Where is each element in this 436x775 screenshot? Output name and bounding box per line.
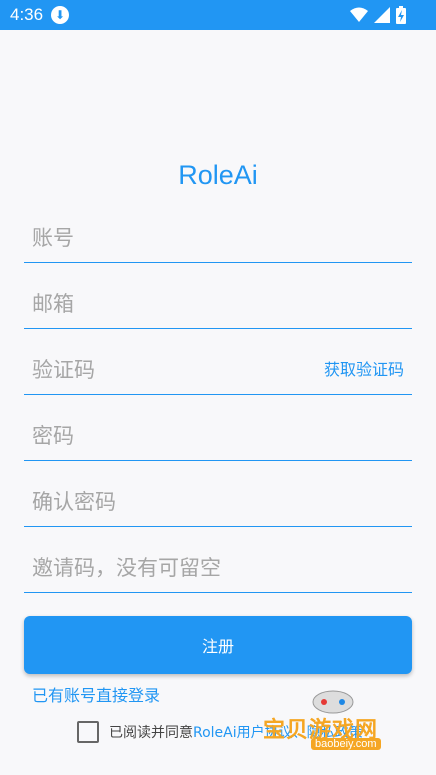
code-input[interactable] bbox=[30, 354, 304, 386]
signal-icon bbox=[374, 7, 390, 23]
battery-icon bbox=[396, 6, 406, 24]
account-field bbox=[24, 200, 412, 263]
confirm-password-input[interactable] bbox=[30, 486, 394, 518]
status-icons bbox=[350, 6, 406, 24]
wifi-icon bbox=[350, 7, 368, 22]
app-title: RoleAi bbox=[178, 160, 258, 190]
agreement-prefix: 已阅读并同意 bbox=[109, 725, 193, 741]
code-field: 获取验证码 bbox=[24, 332, 412, 395]
email-field bbox=[24, 266, 412, 329]
password-field bbox=[24, 398, 412, 461]
login-link[interactable]: 已有账号直接登录 bbox=[32, 682, 160, 706]
register-button[interactable]: 注册 bbox=[24, 616, 412, 674]
status-time: 4:36 bbox=[10, 5, 44, 24]
password-input[interactable] bbox=[30, 420, 394, 452]
watermark-site: baobeiy.com bbox=[311, 738, 381, 750]
download-icon: ⬇ bbox=[51, 6, 69, 24]
email-input[interactable] bbox=[30, 288, 394, 320]
get-code-button[interactable]: 获取验证码 bbox=[324, 356, 404, 380]
status-bar: 4:36 ⬇ bbox=[0, 0, 436, 30]
invite-code-input[interactable] bbox=[30, 552, 394, 584]
watermark-logo: 宝贝游戏网 baobeiy.com bbox=[263, 684, 403, 754]
invite-code-field bbox=[24, 530, 412, 593]
agree-checkbox[interactable] bbox=[77, 721, 99, 743]
account-input[interactable] bbox=[30, 222, 394, 254]
confirm-password-field bbox=[24, 464, 412, 527]
